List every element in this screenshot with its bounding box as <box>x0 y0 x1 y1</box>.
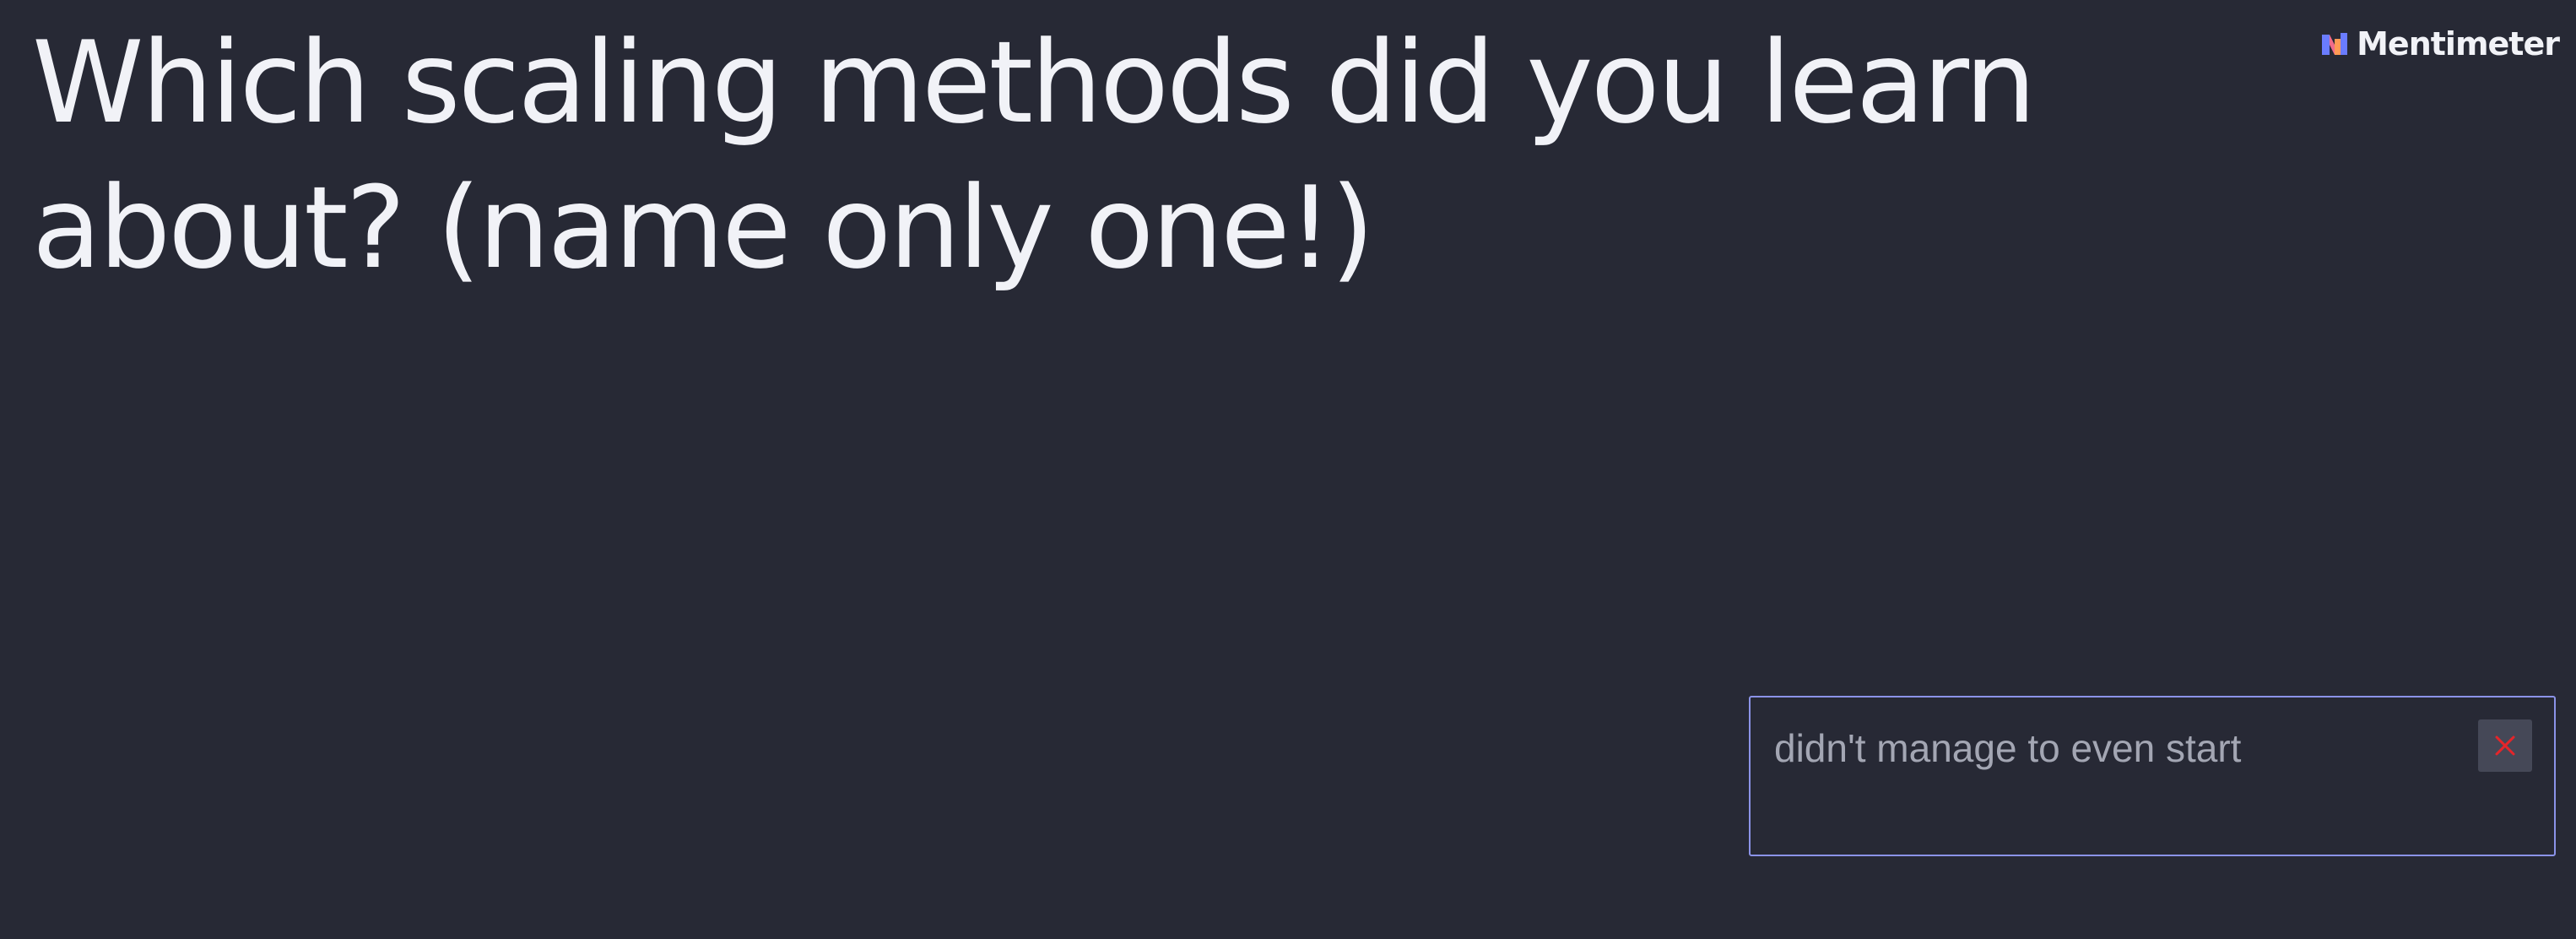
brand-name: Mentimeter <box>2357 25 2560 62</box>
remove-response-button[interactable] <box>2478 719 2532 772</box>
close-icon <box>2495 735 2515 756</box>
response-text: didn't manage to even start <box>1774 726 2242 770</box>
mentimeter-logo-icon <box>2322 33 2348 55</box>
brand: Mentimeter <box>2321 25 2560 62</box>
question-title: Which scaling methods did you learn abou… <box>32 17 2037 294</box>
response-card: didn't manage to even start <box>1749 696 2556 856</box>
